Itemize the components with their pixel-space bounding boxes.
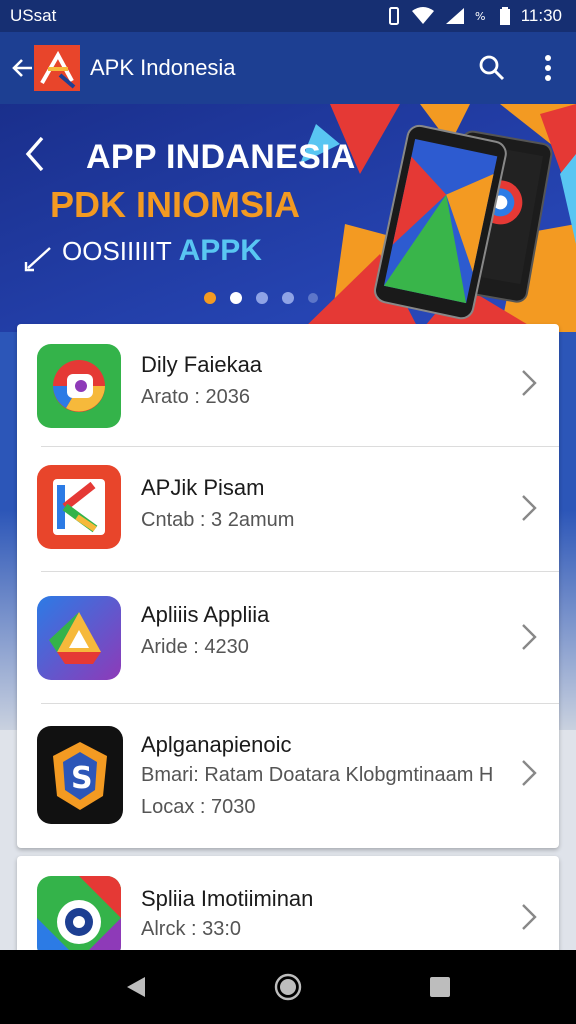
banner-prev-icon[interactable] xyxy=(20,134,50,174)
carousel-dot-active[interactable] xyxy=(230,292,242,304)
chevron-right-icon xyxy=(522,904,537,930)
more-vert-icon[interactable] xyxy=(520,32,576,104)
app-title: APK Indonesia xyxy=(90,55,236,80)
aperture-app-icon xyxy=(37,876,121,960)
list-item[interactable]: Dily Faiekaa Arato : 2036 xyxy=(17,324,559,446)
nav-recents-icon[interactable] xyxy=(410,957,470,1017)
banner-tagline: OOSIIIIIT APPK xyxy=(62,234,262,268)
status-bar: USsat % 11:30 xyxy=(0,0,576,32)
svg-text:S: S xyxy=(71,761,93,796)
banner-tagline-prefix: OOSIIIIIT xyxy=(62,236,172,266)
list-item[interactable]: APJik Pisam Cntab : 3 2amum xyxy=(17,447,559,571)
clock: 11:30 xyxy=(520,6,562,25)
app-name: APJik Pisam xyxy=(141,475,265,500)
s-shield-app-icon: S xyxy=(37,726,123,824)
app-meta: Bmari: Ratam Doatara Klobgmtinaam H xyxy=(141,764,494,786)
vibrate-icon xyxy=(388,7,399,25)
chevron-right-icon xyxy=(522,760,537,786)
wifi-icon xyxy=(411,7,434,24)
promo-banner[interactable]: APP INDANESIA PDK INIOMSIA OOSIIIIIT APP… xyxy=(0,104,576,332)
signal-icon xyxy=(445,8,464,24)
banner-subheadline: PDK INIOMSIA xyxy=(50,184,301,225)
app-meta-secondary: Locax : 7030 xyxy=(141,796,256,818)
banner-tagline-highlight: APPK xyxy=(178,234,262,267)
chevron-right-icon xyxy=(522,370,537,396)
red-k-app-icon xyxy=(37,465,121,549)
carousel-dot[interactable] xyxy=(256,292,268,304)
status-icons: % 11:30 xyxy=(387,6,562,26)
app-name: Aplganapienoic xyxy=(141,732,292,757)
app-meta: Aride : 4230 xyxy=(141,636,249,658)
carrier-label: USsat xyxy=(10,6,57,25)
svg-text:%: % xyxy=(475,10,485,23)
app-name: Dily Faiekaa xyxy=(141,352,263,377)
banner-arrow-icon xyxy=(24,247,51,272)
carousel-indicator xyxy=(204,292,318,304)
app-name: Apliiis Appliia xyxy=(141,602,270,627)
nav-back-icon[interactable] xyxy=(106,957,166,1017)
app-name: Spliia Imotiiminan xyxy=(141,886,314,911)
nav-home-icon[interactable] xyxy=(258,957,318,1017)
app-bar: APK Indonesia xyxy=(0,32,576,104)
carousel-dot[interactable] xyxy=(204,292,216,304)
app-meta: Arato : 2036 xyxy=(141,386,250,408)
apk-logo xyxy=(34,45,80,91)
chevron-right-icon xyxy=(522,624,537,650)
search-icon[interactable] xyxy=(464,32,520,104)
chevron-right-icon xyxy=(522,495,537,521)
banner-headline: APP INDANESIA xyxy=(86,138,356,176)
list-item[interactable]: Apliiis Appliia Aride : 4230 xyxy=(17,572,559,703)
app-meta: Cntab : 3 2amum xyxy=(141,509,295,531)
data-icon: % xyxy=(475,10,485,23)
battery-icon xyxy=(499,7,510,25)
list-item[interactable]: S Aplganapienoic Bmari: Ratam Doatara Kl… xyxy=(17,704,559,848)
green-app-icon xyxy=(37,344,121,428)
drive-app-icon xyxy=(37,596,121,680)
carousel-dot[interactable] xyxy=(308,293,318,303)
carousel-dot[interactable] xyxy=(282,292,294,304)
app-list-card: Dily Faiekaa Arato : 2036 APJik Pisam Cn… xyxy=(17,324,559,848)
app-meta: Alrck : 33:0 xyxy=(141,918,242,940)
system-nav-bar xyxy=(0,950,576,1024)
